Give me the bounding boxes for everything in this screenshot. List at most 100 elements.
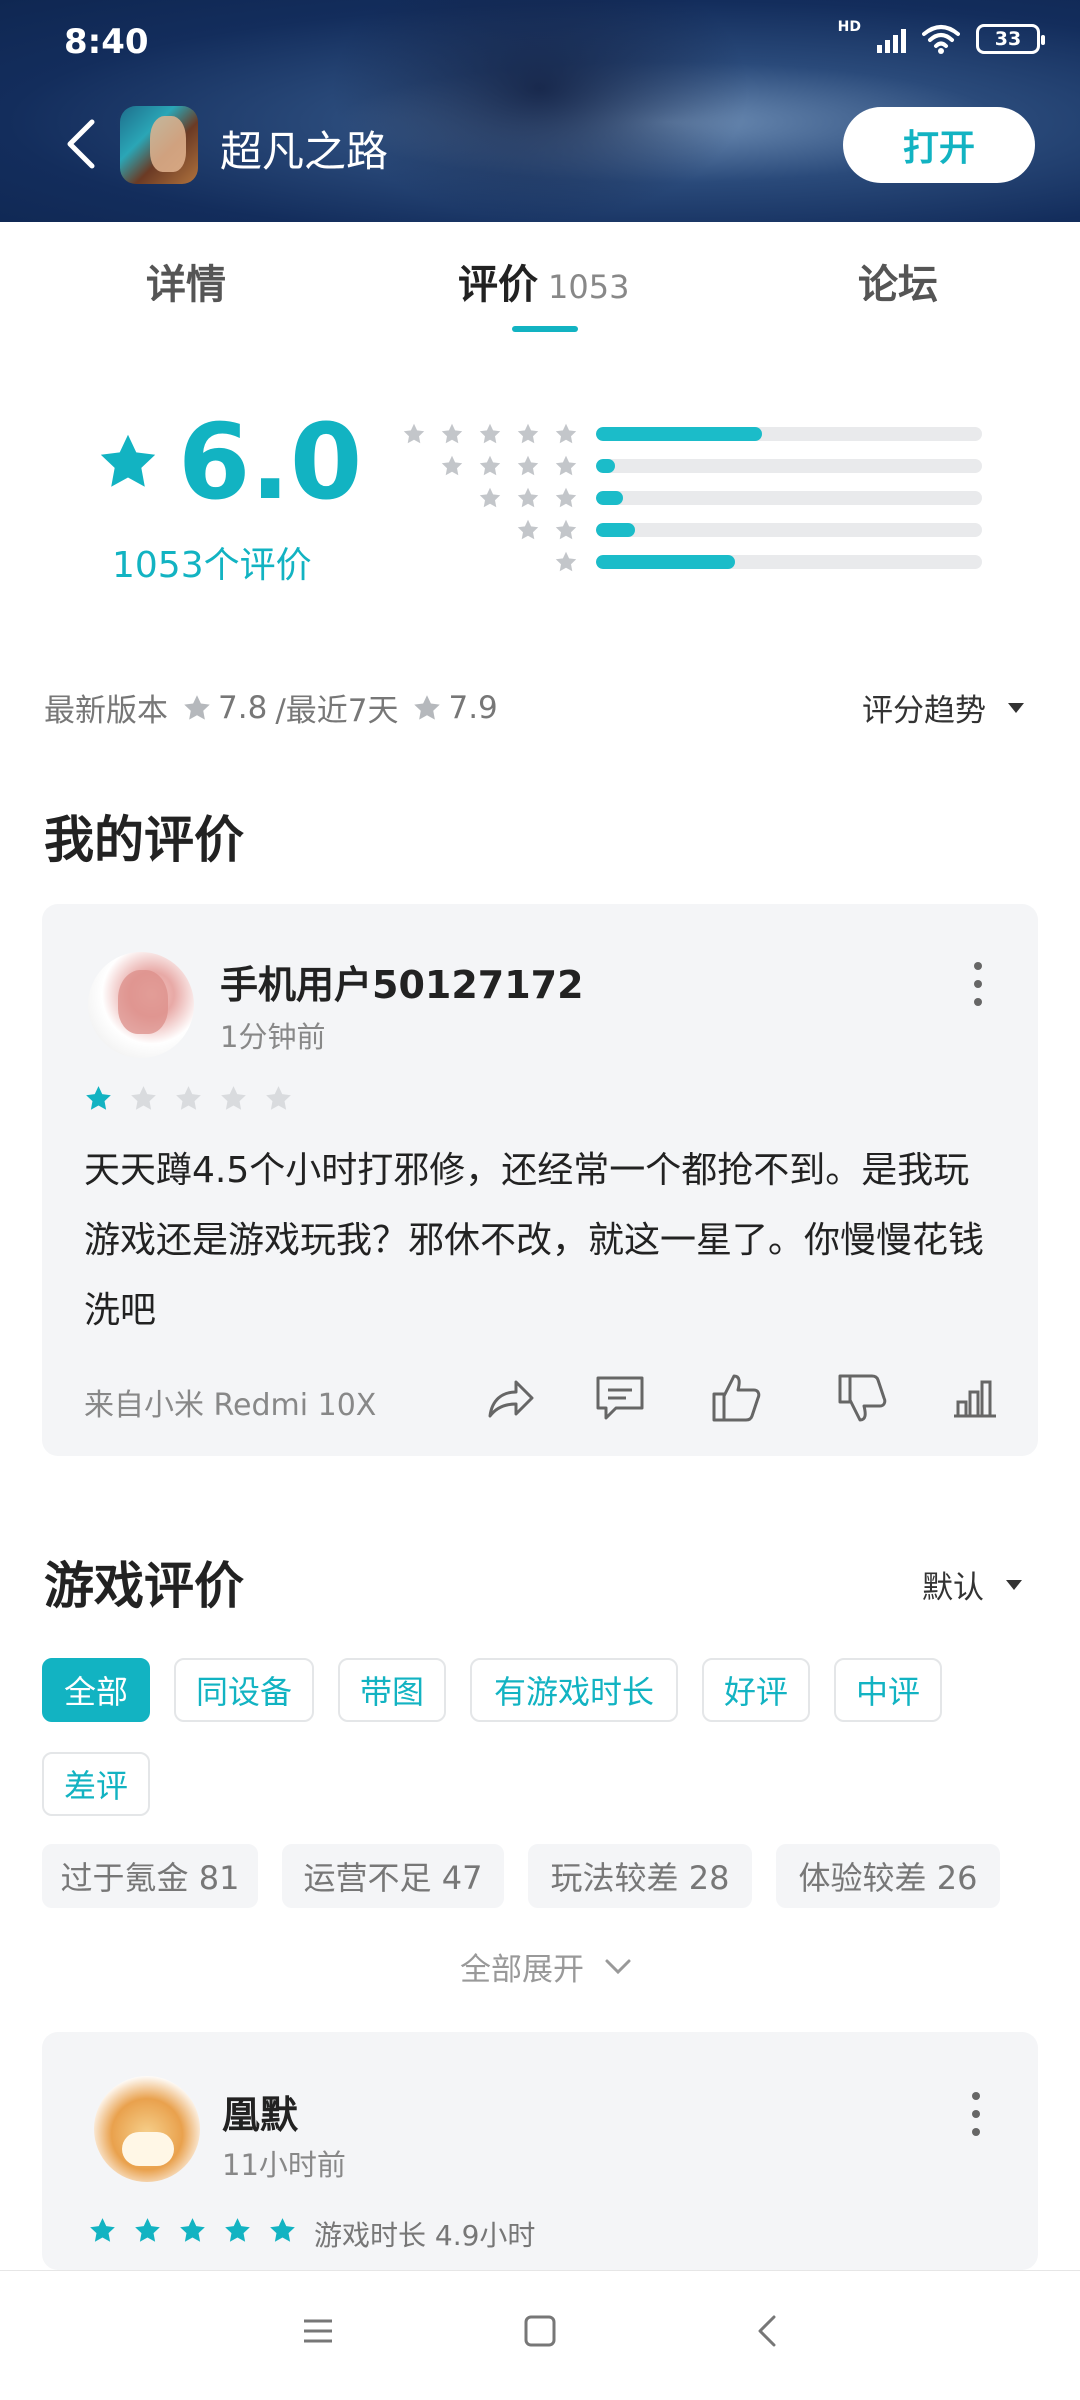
rating-distribution: [400, 418, 1000, 578]
star-icon: [478, 454, 502, 478]
distribution-bar-fill: [596, 491, 624, 505]
version-ratings: 最新版本 7.8 /最近7天 7.9: [44, 685, 498, 730]
more-options-icon[interactable]: [966, 2092, 986, 2136]
star-filled-icon: [223, 2216, 252, 2245]
distribution-stars: [400, 550, 578, 574]
star-icon: [184, 694, 210, 720]
system-nav-bar: [0, 2270, 1080, 2400]
status-bar: 8:40 HD 33: [0, 0, 1080, 90]
signal-icon: [877, 25, 906, 53]
tag-chip[interactable]: 过于氪金 81: [42, 1844, 258, 1908]
distribution-bar-fill: [596, 555, 735, 569]
distribution-row: [400, 450, 1000, 482]
app-title: 超凡之路: [220, 127, 389, 176]
distribution-bar-fill: [596, 523, 635, 537]
tag-chip[interactable]: 体验较差 26: [776, 1844, 1000, 1908]
star-icon: [516, 422, 540, 446]
distribution-bar-fill: [596, 427, 762, 441]
filter-chip-positive[interactable]: 好评: [702, 1658, 810, 1722]
avatar[interactable]: [88, 952, 194, 1058]
tag-chip[interactable]: 玩法较差 28: [528, 1844, 752, 1908]
battery-level: 33: [994, 28, 1022, 50]
distribution-row: [400, 482, 1000, 514]
filter-chip-with-playtime[interactable]: 有游戏时长: [470, 1658, 678, 1722]
expand-all-button[interactable]: 全部展开: [460, 1944, 632, 1989]
review-card: 凰默 11小时前 游戏时长 4.9小时: [42, 2032, 1038, 2270]
sort-label: 默认: [922, 1570, 984, 1606]
more-options-icon[interactable]: [968, 962, 988, 1006]
expand-all-label: 全部展开: [460, 1952, 584, 1988]
tab-details[interactable]: 详情: [146, 252, 226, 310]
review-playtime: 游戏时长 4.9小时: [314, 2219, 536, 2252]
filter-chip-with-images[interactable]: 带图: [338, 1658, 446, 1722]
home-icon[interactable]: [520, 2311, 560, 2351]
recent-score: 7.9: [448, 689, 498, 726]
tab-forum[interactable]: 论坛: [858, 252, 938, 310]
menu-icon[interactable]: [298, 2311, 338, 2351]
star-icon: [554, 518, 578, 542]
thumbs-down-icon[interactable]: [834, 1370, 890, 1426]
star-icon: [100, 434, 156, 487]
review-star-rating: [84, 1084, 293, 1113]
status-icons: HD 33: [838, 19, 1045, 54]
review-text: 天天蹲4.5个小时打邪修，还经常一个都抢不到。是我玩游戏还是游戏玩我？邪休不改，…: [84, 1150, 985, 1331]
review-star-rating: [88, 2216, 297, 2245]
avatar[interactable]: [94, 2076, 200, 2182]
my-review-card: 手机用户50127172 1分钟前 天天蹲4.5个小时打邪修，还经常一个都抢不到…: [42, 904, 1038, 1456]
back-arrow-icon[interactable]: [60, 118, 104, 170]
star-empty-icon: [264, 1084, 293, 1113]
rating-score: 6.0: [178, 401, 363, 523]
distribution-stars: [400, 422, 578, 446]
battery-icon: 33: [976, 24, 1045, 54]
latest-version-label: 最新版本: [44, 693, 168, 729]
filter-chip-negative[interactable]: 差评: [42, 1752, 150, 1816]
app-icon: [120, 106, 198, 184]
open-app-button[interactable]: 打开: [843, 107, 1035, 183]
distribution-stars: [400, 454, 578, 478]
distribution-stars: [400, 518, 578, 542]
star-icon: [478, 422, 502, 446]
distribution-bar: [596, 555, 982, 569]
share-icon[interactable]: [482, 1370, 538, 1426]
star-empty-icon: [219, 1084, 248, 1113]
trend-label: 评分趋势: [862, 693, 986, 729]
comment-icon[interactable]: [592, 1370, 648, 1426]
tab-bar: 详情 评价 1053 论坛: [0, 222, 1080, 332]
app-header: 8:40 HD 33 超凡之路 打开: [0, 0, 1080, 222]
distribution-stars: [400, 486, 578, 510]
review-device: 来自小米 Redmi 10X: [84, 1388, 377, 1423]
rating-trend-dropdown[interactable]: 评分趋势: [862, 685, 1024, 730]
distribution-bar: [596, 491, 982, 505]
recent-label: /最近7天: [275, 693, 399, 729]
tab-forum-label: 论坛: [858, 262, 938, 308]
distribution-row: [400, 514, 1000, 546]
star-empty-icon: [174, 1084, 203, 1113]
stats-icon[interactable]: [946, 1370, 1002, 1426]
review-username[interactable]: 手机用户50127172: [220, 954, 584, 1009]
star-icon: [516, 518, 540, 542]
star-icon: [440, 454, 464, 478]
star-icon: [554, 422, 578, 446]
filter-chip-neutral[interactable]: 中评: [834, 1658, 942, 1722]
active-tab-indicator: [512, 326, 578, 332]
star-icon: [516, 454, 540, 478]
tab-reviews[interactable]: 评价 1053: [458, 252, 629, 310]
back-icon[interactable]: [748, 2311, 788, 2351]
star-icon: [414, 694, 441, 720]
title-bar: 超凡之路 打开: [0, 100, 1080, 190]
status-time: 8:40: [64, 22, 149, 62]
thumbs-up-icon[interactable]: [708, 1370, 764, 1426]
network-label: HD: [837, 19, 861, 35]
filter-chip-all[interactable]: 全部: [42, 1658, 150, 1722]
star-filled-icon: [133, 2216, 162, 2245]
review-username[interactable]: 凰默: [222, 2084, 298, 2139]
my-review-title: 我的评价: [44, 811, 244, 869]
latest-version-score: 7.8: [218, 689, 268, 726]
star-icon: [554, 454, 578, 478]
distribution-row: [400, 418, 1000, 450]
filter-chip-same-device[interactable]: 同设备: [174, 1658, 314, 1722]
caret-down-icon: [1008, 702, 1024, 713]
tag-chip[interactable]: 运营不足 47: [282, 1844, 504, 1908]
sort-dropdown[interactable]: 默认: [922, 1562, 1022, 1607]
wifi-icon: [922, 25, 960, 54]
